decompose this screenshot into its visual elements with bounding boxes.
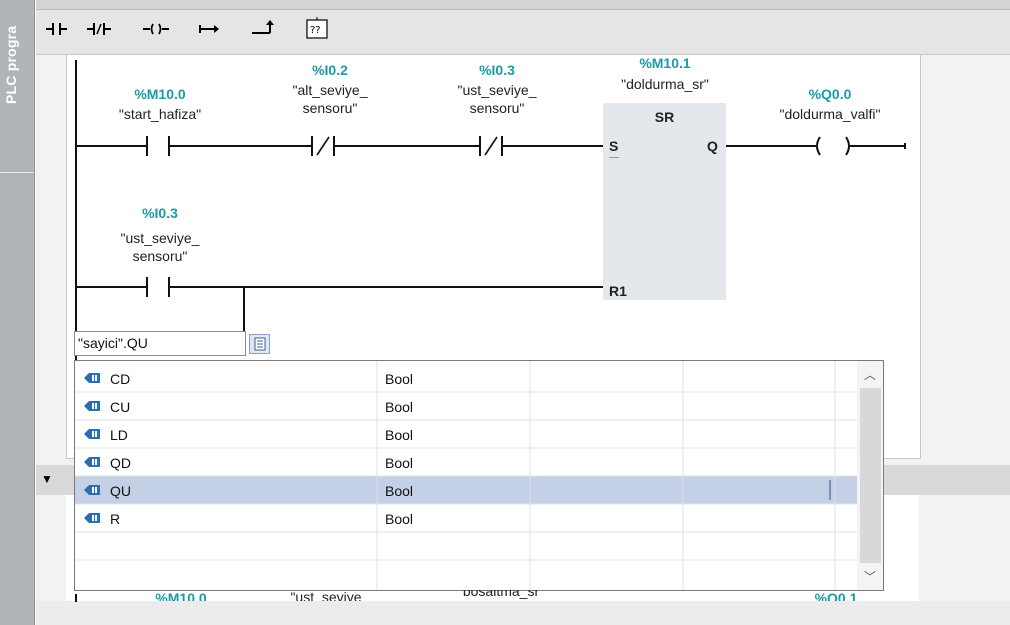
contact3-tag-line2[interactable]: sensoru" (432, 99, 562, 117)
coil-tag[interactable]: "doldurma_valfi" (755, 105, 905, 123)
list-icon (254, 337, 266, 351)
contact4-tag-line1[interactable]: "ust_seviye_ (95, 229, 225, 247)
network2-partial-labels: %M10.0 "ust_seviye "bosaltma_sr" %Q0.1 (76, 590, 916, 601)
sr-pin-s-underline (609, 157, 619, 158)
scroll-down-arrow-icon[interactable]: ﹀ (857, 565, 883, 589)
sr-address[interactable]: %M10.1 (610, 55, 720, 71)
sr-pin-s[interactable]: S (609, 138, 618, 154)
n2-contact-address[interactable]: %M10.0 (131, 590, 231, 601)
contact2-tag-line1[interactable]: "alt_seviye_ (265, 81, 395, 99)
coil-address[interactable]: %Q0.0 (775, 86, 885, 102)
contact3-tag-line1[interactable]: "ust_seviye_ (432, 81, 562, 99)
contact1-tag[interactable]: "start_hafiza" (95, 105, 225, 123)
contact1-address[interactable]: %M10.0 (105, 86, 215, 102)
n2-block-tag[interactable]: "bosaltma_sr" (431, 590, 571, 600)
n2-contact-tag[interactable]: "ust_seviye (266, 590, 386, 601)
operand-autocomplete-list[interactable]: CD Bool CU Bool LD Bool QD Bool QU Bool … (74, 360, 858, 591)
contact2-address[interactable]: %I0.2 (275, 62, 385, 78)
list-grid-lines (75, 361, 857, 590)
operand-input[interactable]: "sayici".QU (74, 331, 246, 356)
contact4-address[interactable]: %I0.3 (105, 205, 215, 221)
sr-pin-r1[interactable]: R1 (609, 283, 627, 299)
tag-list-button[interactable] (249, 334, 270, 354)
sr-pin-q[interactable]: Q (707, 138, 718, 154)
sr-tag[interactable]: "doldurma_sr" (595, 75, 735, 93)
sr-flipflop-block[interactable]: SR S Q R1 (603, 103, 726, 300)
scroll-thumb[interactable] (860, 388, 881, 563)
scroll-up-arrow-icon[interactable]: ︿ (857, 363, 883, 387)
contact3-address[interactable]: %I0.3 (442, 62, 552, 78)
sr-block-title: SR (654, 109, 675, 125)
list-scrollbar[interactable]: ︿ ﹀ (857, 360, 884, 591)
contact4-tag-line2[interactable]: sensoru" (95, 247, 225, 265)
contact2-tag-line2[interactable]: sensoru" (265, 99, 395, 117)
n2-coil-address[interactable]: %Q0.1 (791, 590, 881, 601)
